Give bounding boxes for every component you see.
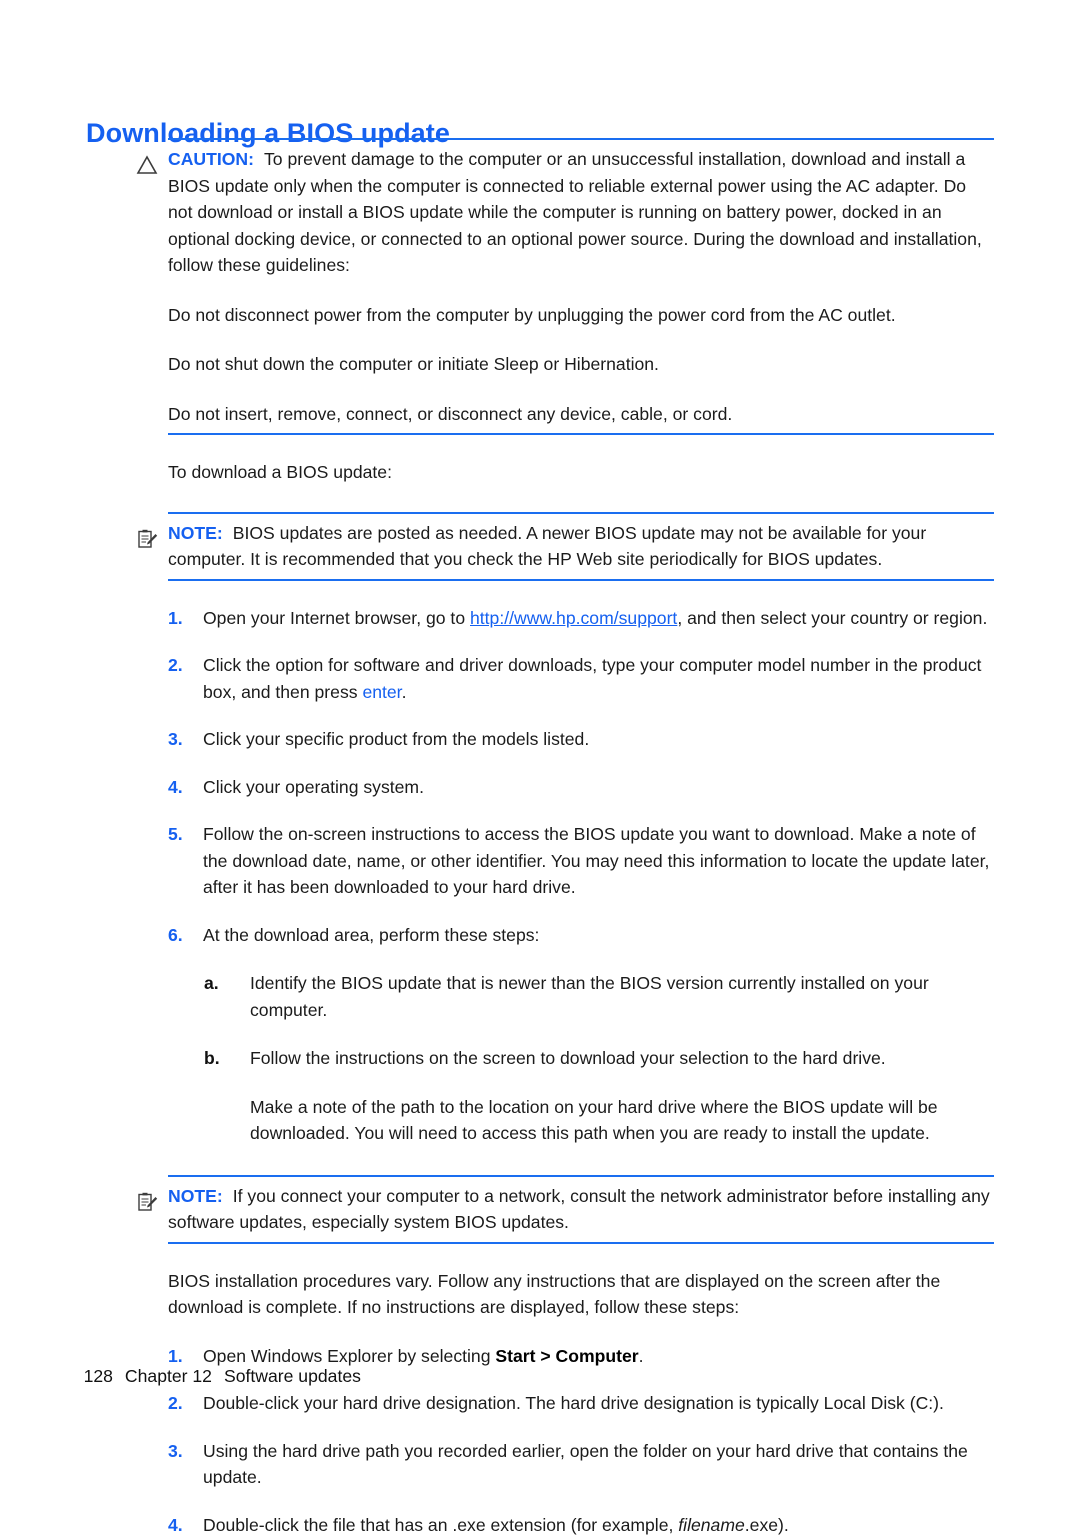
page-footer: 128 Chapter 12 Software updates (64, 1345, 361, 1408)
step-marker: 4. (168, 774, 203, 801)
filename-placeholder: filename (678, 1515, 745, 1535)
list-item: 3. Using the hard drive path you recorde… (86, 1438, 994, 1491)
list-item: 6. At the download area, perform these s… (86, 922, 994, 949)
substep-marker: a. (204, 970, 250, 1023)
list-item: 4. Click your operating system. (86, 774, 994, 801)
install-step-4-after: .exe). (745, 1515, 789, 1535)
substep-continuation-text: Make a note of the path to the location … (250, 1094, 994, 1147)
step-1-before: Open your Internet browser, go to (203, 608, 470, 628)
list-item: 4. Double-click the file that has an .ex… (86, 1512, 994, 1538)
install-intro-text: BIOS installation procedures vary. Follo… (86, 1268, 994, 1321)
step-text: Click your specific product from the mod… (203, 726, 994, 753)
step-text: Double-click the file that has an .exe e… (203, 1512, 994, 1538)
step-text: Click the option for software and driver… (203, 652, 994, 705)
enter-key-name: enter (362, 682, 401, 702)
note-2-top-rule (168, 1175, 994, 1177)
caution-guideline-2: Do not shut down the computer or initiat… (168, 351, 994, 378)
note-1-top-rule (168, 512, 994, 514)
note-1-text: BIOS updates are posted as needed. A new… (168, 523, 926, 570)
step-text: Follow the on-screen instructions to acc… (203, 821, 994, 901)
note-1-label: NOTE: (168, 523, 223, 543)
step-marker: 5. (168, 821, 203, 901)
note-2-bottom-rule (168, 1242, 994, 1244)
start-computer-path: Start > Computer (495, 1346, 638, 1366)
install-step-4-before: Double-click the file that has an .exe e… (203, 1515, 678, 1535)
page-content: CAUTION:To prevent damage to the compute… (86, 138, 994, 1538)
step-marker: 6. (168, 922, 203, 949)
step-2-before: Click the option for software and driver… (203, 655, 981, 702)
footer-page-number: 128 (84, 1366, 113, 1386)
list-item: 5. Follow the on-screen instructions to … (86, 821, 994, 901)
step-1-after: , and then select your country or region… (677, 608, 987, 628)
list-item: 3. Click your specific product from the … (86, 726, 994, 753)
list-item: a. Identify the BIOS update that is newe… (86, 970, 994, 1023)
caution-body: CAUTION:To prevent damage to the compute… (168, 146, 994, 279)
step-text: At the download area, perform these step… (203, 922, 994, 949)
step-text: Open your Internet browser, go to http:/… (203, 605, 994, 632)
footer-chapter-title: Software updates (224, 1366, 361, 1386)
download-intro-text: To download a BIOS update: (86, 459, 994, 486)
install-step-1-after: . (639, 1346, 644, 1366)
caution-top-rule (168, 138, 994, 140)
list-item: 2. Click the option for software and dri… (86, 652, 994, 705)
step-marker: 1. (168, 605, 203, 632)
caution-bottom-rule (168, 433, 994, 435)
step-marker: 3. (168, 726, 203, 753)
note-clipboard-icon (136, 528, 158, 550)
warning-triangle-icon (136, 154, 158, 176)
step-2-after: . (402, 682, 407, 702)
note-1-bottom-rule (168, 579, 994, 581)
download-steps-list: 1. Open your Internet browser, go to htt… (86, 605, 994, 949)
caution-guideline-3: Do not insert, remove, connect, or disco… (168, 401, 994, 428)
step-marker: 3. (168, 1438, 203, 1491)
note-2-body: NOTE:If you connect your computer to a n… (168, 1183, 994, 1236)
note-block-2: NOTE:If you connect your computer to a n… (86, 1175, 994, 1244)
note-2-text: If you connect your computer to a networ… (168, 1186, 990, 1233)
caution-text: To prevent damage to the computer or an … (168, 149, 982, 275)
step-text: Click your operating system. (203, 774, 994, 801)
caution-guideline-1: Do not disconnect power from the compute… (168, 302, 994, 329)
caution-block: CAUTION:To prevent damage to the compute… (86, 138, 994, 435)
substep-text: Follow the instructions on the screen to… (250, 1045, 994, 1072)
note-block-1: NOTE:BIOS updates are posted as needed. … (86, 512, 994, 581)
note-1-body: NOTE:BIOS updates are posted as needed. … (168, 520, 994, 573)
step-text: Using the hard drive path you recorded e… (203, 1438, 994, 1491)
note-clipboard-icon (136, 1191, 158, 1213)
note-2-label: NOTE: (168, 1186, 223, 1206)
substep-marker: b. (204, 1045, 250, 1072)
step-marker: 4. (168, 1512, 203, 1538)
document-page: Downloading a BIOS update CAUTION:To pre… (0, 0, 1080, 1437)
substep-text: Identify the BIOS update that is newer t… (250, 970, 994, 1023)
list-item: 1. Open your Internet browser, go to htt… (86, 605, 994, 632)
download-substeps-list: a. Identify the BIOS update that is newe… (86, 970, 994, 1147)
hp-support-link[interactable]: http://www.hp.com/support (470, 608, 677, 628)
footer-chapter: Chapter 12 (125, 1366, 212, 1386)
step-marker: 2. (168, 652, 203, 705)
list-item: b. Follow the instructions on the screen… (86, 1045, 994, 1072)
caution-label: CAUTION: (168, 149, 254, 169)
